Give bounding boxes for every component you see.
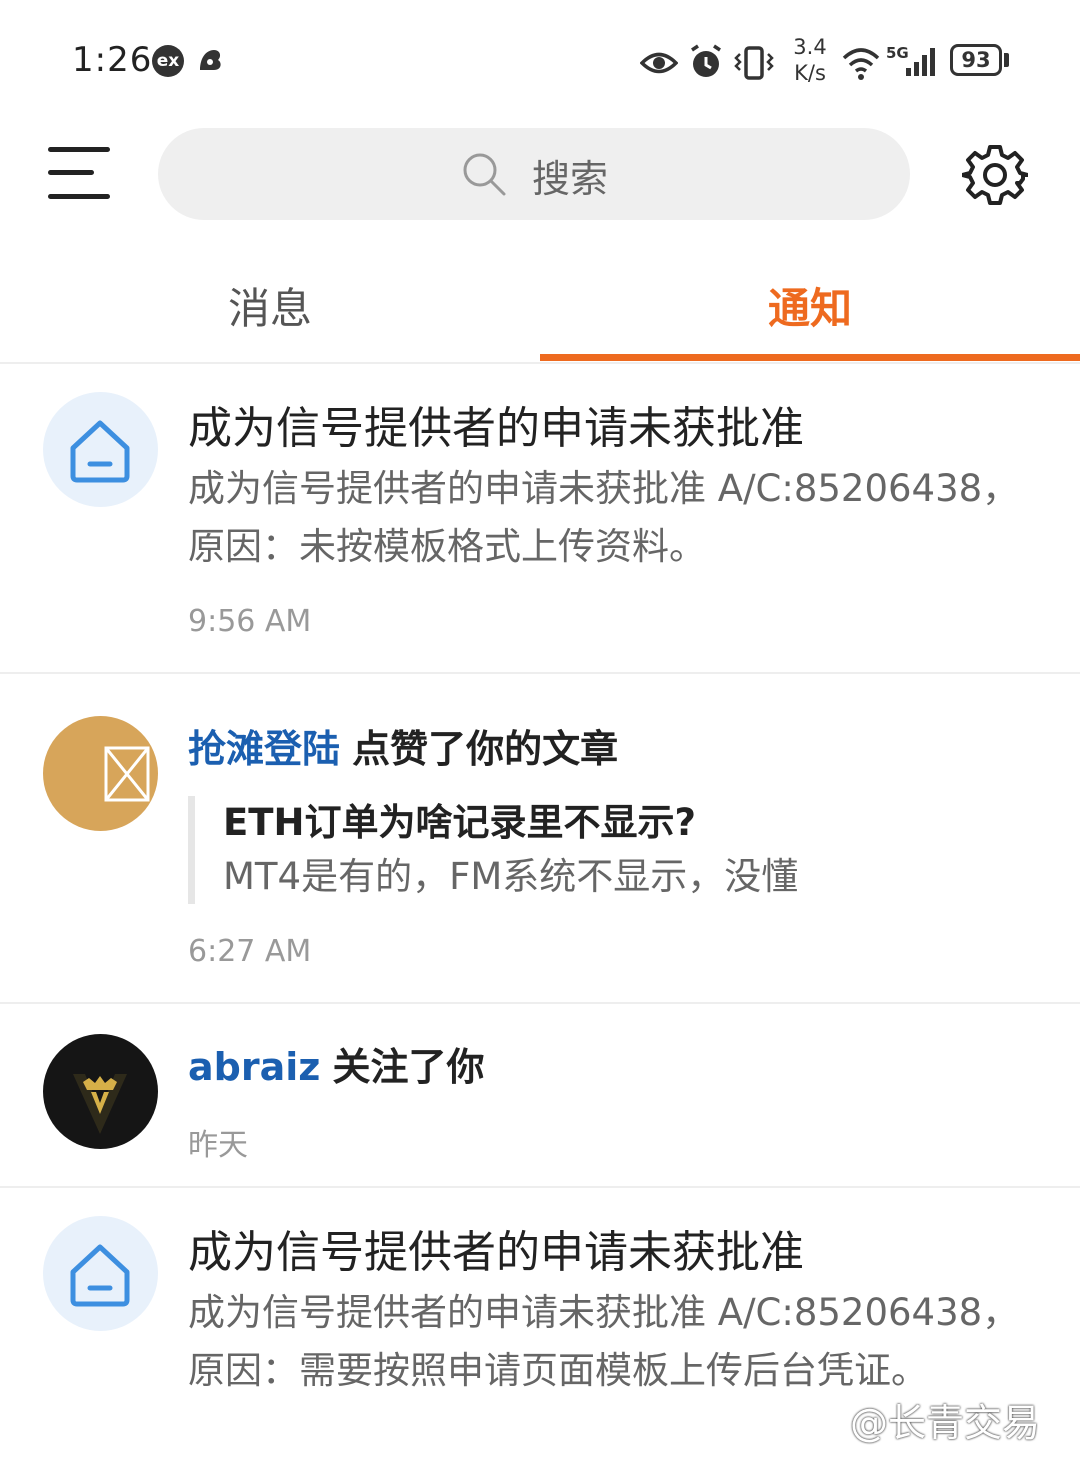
quoted-post[interactable]: ETH订单为啥记录里不显示? MT4是有的，FM系统不显示，没懂: [188, 796, 1048, 904]
notification-headline: 抢滩登陆 点赞了你的文章: [188, 718, 618, 773]
network-speed-value: 3.4: [793, 35, 827, 59]
search-placeholder: 搜索: [532, 157, 609, 201]
notification-item[interactable]: abraiz 关注了你 昨天: [0, 1004, 1080, 1188]
notification-time: 9:56 AM: [188, 604, 312, 639]
notification-item[interactable]: 抢滩登陆 点赞了你的文章 ETH订单为啥记录里不显示? MT4是有的，FM系统不…: [0, 674, 1080, 1004]
user-logo-icon: [73, 1074, 127, 1134]
battery-tip: [1004, 53, 1009, 67]
avatar[interactable]: [43, 716, 158, 831]
tab-messages[interactable]: 消息: [0, 275, 540, 336]
network-speed-unit: K/s: [794, 61, 826, 85]
tab-notifications[interactable]: 通知: [540, 275, 1080, 336]
signal-icon: [906, 48, 935, 76]
home-icon: [70, 420, 130, 483]
avatar: [43, 392, 158, 507]
search-icon: [463, 153, 506, 196]
notification-time: 6:27 AM: [188, 934, 312, 969]
notification-item[interactable]: 成为信号提供者的申请未获批准 成为信号提供者的申请未获批准 A/C:852064…: [0, 364, 1080, 674]
watermark: @长青交易: [850, 1401, 1041, 1445]
actor-name-link[interactable]: abraiz: [188, 1045, 320, 1089]
action-text: 点赞了你的文章: [352, 727, 619, 771]
search-input[interactable]: 搜索: [158, 128, 910, 220]
tab-bar: 消息 通知: [0, 250, 1080, 364]
notification-title: 成为信号提供者的申请未获批准: [188, 1227, 804, 1278]
notification-headline: abraiz 关注了你: [188, 1036, 484, 1091]
menu-icon[interactable]: [48, 145, 110, 201]
action-text: 关注了你: [332, 1045, 485, 1089]
gear-icon[interactable]: [962, 142, 1028, 208]
alarm-icon: [691, 44, 721, 77]
quoted-post-title: ETH订单为啥记录里不显示?: [223, 801, 696, 844]
notification-time: 昨天: [188, 1128, 248, 1163]
eye-icon: [640, 52, 678, 74]
ex-app-icon: ex: [152, 45, 184, 77]
avatar: [43, 1216, 158, 1331]
home-icon: [70, 1244, 130, 1307]
actor-name-link[interactable]: 抢滩登陆: [188, 727, 340, 771]
status-time: 1:26: [72, 40, 153, 80]
notification-title: 成为信号提供者的申请未获批准: [188, 403, 804, 454]
wifi-icon: [842, 48, 880, 80]
battery-icon: 93: [950, 44, 1002, 76]
notification-body: 成为信号提供者的申请未获批准 A/C:85206438，原因：需要按照申请页面模…: [188, 1291, 1020, 1392]
notification-body: 成为信号提供者的申请未获批准 A/C:85206438，原因：未按模板格式上传资…: [188, 467, 1020, 568]
avatar[interactable]: [43, 1034, 158, 1149]
vibrate-icon: [734, 46, 774, 80]
quoted-post-excerpt: MT4是有的，FM系统不显示，没懂: [223, 855, 799, 898]
network-speed: 3.4 K/s: [790, 34, 830, 86]
active-tab-indicator: [540, 354, 1080, 361]
status-bar: 1:26 ex 3.4 K/s 5G 93: [0, 0, 1080, 120]
notification-app-icon: [200, 50, 221, 70]
image-placeholder-icon: [104, 746, 150, 802]
